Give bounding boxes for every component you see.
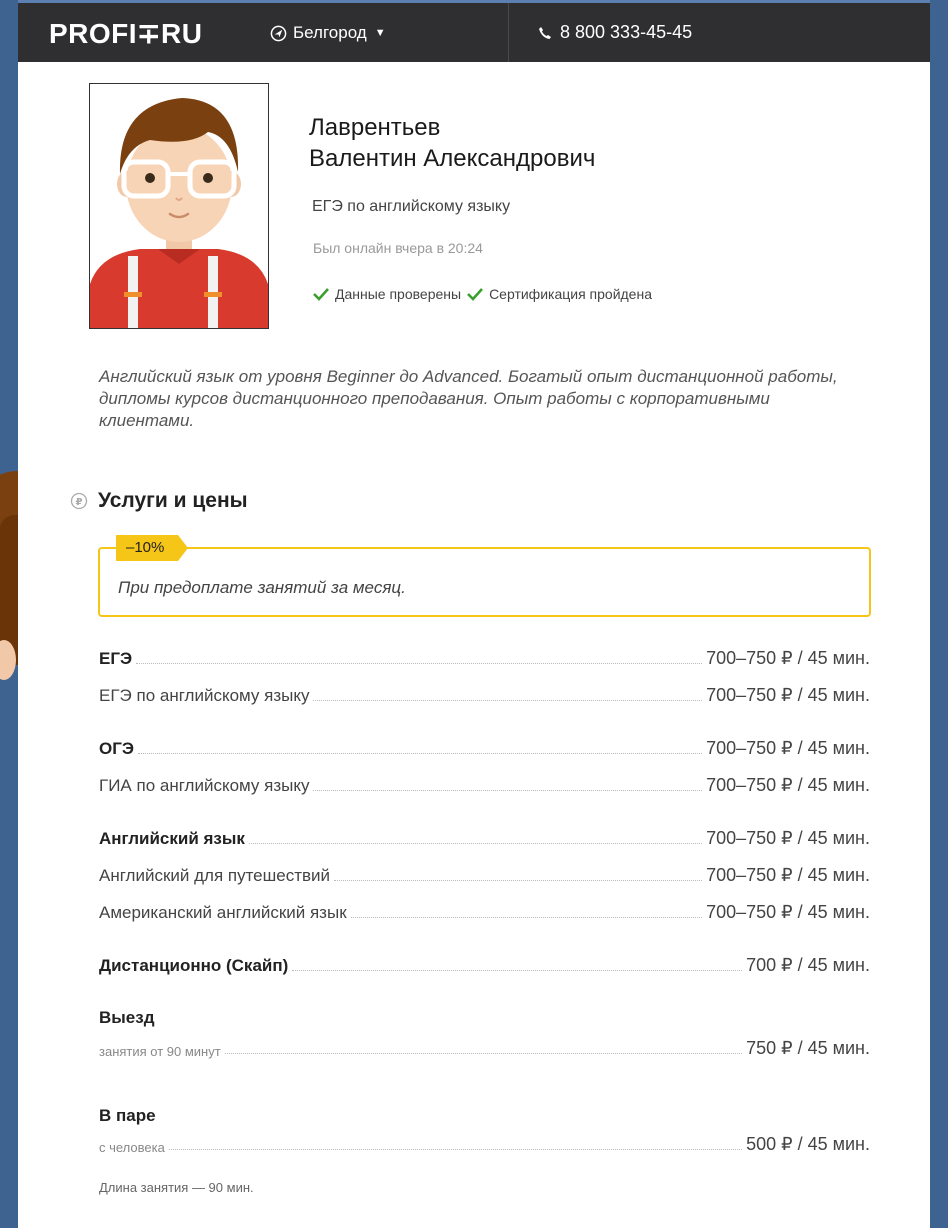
service-label: Английский язык [99,829,245,848]
service-price: 700–750 ₽ / 45 мин. [706,902,870,922]
leader-dots [334,879,703,881]
leader-dots [350,916,703,918]
city-label: Белгород [293,23,367,42]
price-row: ГИА по английскому языку 700–750 ₽ / 45 … [99,775,870,796]
service-label: ЕГЭ по английскому языку [99,686,310,705]
badge-verified: Данные проверены [335,286,462,302]
service-price: 500 ₽ / 45 мин. [746,1134,870,1154]
service-price: 700–750 ₽ / 45 мин. [706,775,870,795]
leader-dots [137,752,703,754]
service-price: 700–750 ₽ / 45 мин. [706,828,870,848]
tutor-name: Лаврентьев Валентин Александрович [309,112,595,174]
service-price: 750 ₽ / 45 мин. [746,1038,870,1058]
phone-number: 8 800 333-45-45 [560,22,693,42]
location-icon [270,25,287,41]
badge-certified: Сертификация пройдена [489,286,652,302]
service-label: ОГЭ [99,739,134,758]
service-label: Американский английский язык [99,903,347,922]
price-row: ЕГЭ по английскому языку 700–750 ₽ / 45 … [99,685,870,706]
top-navigation-bar: PROFI∓RU Белгород ▼ 8 800 333-45-45 [18,0,930,62]
service-price: 700–750 ₽ / 45 мин. [706,738,870,758]
service-label: занятия от 90 минут [99,1044,221,1059]
price-row: с человека 500 ₽ / 45 мин. [99,1134,870,1155]
tutor-profile-card: Лаврентьев Валентин Александрович ЕГЭ по… [18,62,930,1228]
price-row: Английский язык 700–750 ₽ / 45 мин. [99,828,870,849]
leader-dots [224,1052,743,1054]
price-row: ОГЭ 700–750 ₽ / 45 мин. [99,738,870,759]
profi-logo[interactable]: PROFI∓RU [49,17,202,50]
check-icon [467,288,484,301]
price-row: занятия от 90 минут 750 ₽ / 45 мин. [99,1038,870,1059]
svg-text:₽: ₽ [76,497,83,508]
tutor-subject: ЕГЭ по английскому языку [312,198,511,215]
price-row: ЕГЭ 700–750 ₽ / 45 мин. [99,648,870,669]
services-section-title: ₽ Услуги и цены [70,489,248,513]
services-title: Услуги и цены [98,489,248,512]
service-label: Английский для путешествий [99,866,331,885]
service-label: Дистанционно (Скайп) [99,956,289,975]
service-price: 700–750 ₽ / 45 мин. [706,648,870,668]
service-price: 700 ₽ / 45 мин. [746,955,870,975]
leader-dots [168,1148,743,1150]
leader-dots [136,662,703,664]
leader-dots [313,699,703,701]
leader-dots [292,969,743,971]
price-row: Английский для путешествий 700–750 ₽ / 4… [99,865,870,886]
price-row: Дистанционно (Скайп) 700 ₽ / 45 мин. [99,955,870,976]
verification-badges: Данные проверены Сертификация пройдена [313,286,652,302]
service-price: 700–750 ₽ / 45 мин. [706,685,870,705]
discount-tag: –10% [116,535,189,561]
last-online-status: Был онлайн вчера в 20:24 [313,240,483,256]
phone-link[interactable]: 8 800 333-45-45 [538,22,692,43]
leader-dots [248,842,703,844]
check-icon [313,288,329,301]
pair-heading: В паре [99,1106,156,1125]
tutor-about: Английский язык от уровня Beginner до Ad… [99,367,838,430]
leader-dots [313,789,703,791]
tutor-first-names: Валентин Александрович [309,145,596,172]
lesson-length-note: Длина занятия — 90 мин. [99,1180,254,1195]
ruble-circle-icon: ₽ [70,492,88,510]
header-divider [508,3,509,62]
tutor-last-name: Лаврентьев [309,114,441,141]
tutor-avatar [89,83,269,329]
price-row: Американский английский язык 700–750 ₽ /… [99,902,870,923]
visit-heading: Выезд [99,1008,155,1027]
service-label: ЕГЭ [99,649,133,668]
service-label: ГИА по английскому языку [99,776,310,795]
city-selector[interactable]: Белгород ▼ [270,23,386,43]
service-price: 700–750 ₽ / 45 мин. [706,865,870,885]
discount-box: –10% При предоплате занятий за месяц. [98,535,871,617]
discount-text: При предоплате занятий за месяц. [118,578,406,597]
phone-icon [539,26,551,39]
chevron-down-icon: ▼ [374,27,386,39]
service-label: с человека [99,1140,165,1155]
